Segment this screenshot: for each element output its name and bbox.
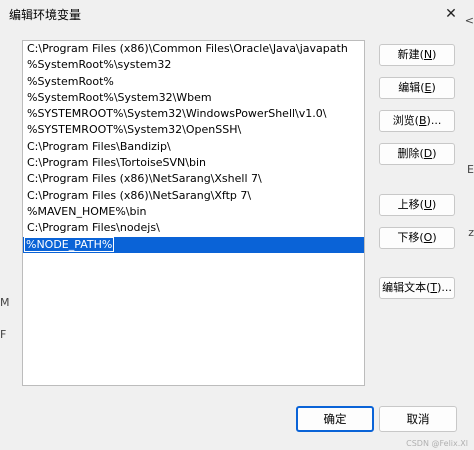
move-up-button-close: ) bbox=[432, 198, 437, 211]
background-window-fragment: M bbox=[0, 296, 10, 309]
new-button-key: N bbox=[423, 48, 433, 61]
background-window-fragment: z bbox=[468, 226, 474, 239]
edit-text-button[interactable]: 编辑文本(T)... bbox=[379, 277, 455, 299]
list-item[interactable]: %SYSTEMROOT%\System32\WindowsPowerShell\… bbox=[23, 106, 364, 122]
new-button[interactable]: 新建(N) bbox=[379, 44, 455, 66]
delete-button[interactable]: 删除(D) bbox=[379, 143, 455, 165]
move-up-button-label: 上移( bbox=[397, 198, 424, 211]
browse-button-close: )... bbox=[426, 114, 442, 127]
cancel-button[interactable]: 取消 bbox=[379, 406, 457, 432]
list-item[interactable]: %SystemRoot%\system32 bbox=[23, 57, 364, 73]
edit-text-button-label: 编辑文本( bbox=[382, 281, 431, 294]
close-button[interactable]: ✕ bbox=[436, 2, 466, 26]
browse-button[interactable]: 浏览(B)... bbox=[379, 110, 455, 132]
watermark: CSDN @Felix.Xl bbox=[406, 439, 468, 448]
list-item[interactable]: C:\Program Files\Bandizip\ bbox=[23, 139, 364, 155]
new-button-close: ) bbox=[432, 48, 437, 61]
title-bar: 编辑环境变量 ✕ bbox=[0, 0, 474, 28]
window-title: 编辑环境变量 bbox=[9, 8, 82, 22]
edit-button-label: 编辑( bbox=[398, 81, 425, 94]
list-item-selected[interactable]: %NODE_PATH% bbox=[23, 236, 364, 253]
delete-button-label: 删除( bbox=[397, 147, 424, 160]
move-up-button[interactable]: 上移(U) bbox=[379, 194, 455, 216]
new-button-label: 新建( bbox=[397, 48, 424, 61]
delete-button-key: D bbox=[423, 147, 433, 160]
list-item[interactable]: C:\Program Files (x86)\Common Files\Orac… bbox=[23, 41, 364, 57]
move-down-button-label: 下移( bbox=[397, 231, 424, 244]
delete-button-close: ) bbox=[432, 147, 437, 160]
move-down-button-close: ) bbox=[432, 231, 437, 244]
background-window-fragment: E bbox=[467, 163, 474, 176]
path-listbox[interactable]: C:\Program Files (x86)\Common Files\Orac… bbox=[22, 40, 365, 386]
background-window-fragment: < bbox=[464, 14, 474, 27]
edit-button[interactable]: 编辑(E) bbox=[379, 77, 455, 99]
browse-button-key: B bbox=[418, 114, 427, 127]
ok-button[interactable]: 确定 bbox=[296, 406, 374, 432]
list-item[interactable]: C:\Program Files\nodejs\ bbox=[23, 220, 364, 236]
list-item[interactable]: %SystemRoot% bbox=[23, 74, 364, 90]
close-icon: ✕ bbox=[445, 6, 457, 22]
browse-button-label: 浏览( bbox=[392, 114, 419, 127]
inline-edit-input[interactable]: %NODE_PATH% bbox=[24, 236, 115, 252]
move-down-button[interactable]: 下移(O) bbox=[379, 227, 455, 249]
background-window-fragment: F bbox=[0, 328, 7, 341]
list-item[interactable]: %SYSTEMROOT%\System32\OpenSSH\ bbox=[23, 122, 364, 138]
move-up-button-key: U bbox=[423, 198, 433, 211]
list-item[interactable]: %MAVEN_HOME%\bin bbox=[23, 204, 364, 220]
list-item[interactable]: C:\Program Files\TortoiseSVN\bin bbox=[23, 155, 364, 171]
edit-text-button-close: )... bbox=[437, 281, 452, 294]
list-item[interactable]: C:\Program Files (x86)\NetSarang\Xftp 7\ bbox=[23, 188, 364, 204]
list-item[interactable]: %SystemRoot%\System32\Wbem bbox=[23, 90, 364, 106]
list-item[interactable]: C:\Program Files (x86)\NetSarang\Xshell … bbox=[23, 171, 364, 187]
edit-button-close: ) bbox=[431, 81, 436, 94]
